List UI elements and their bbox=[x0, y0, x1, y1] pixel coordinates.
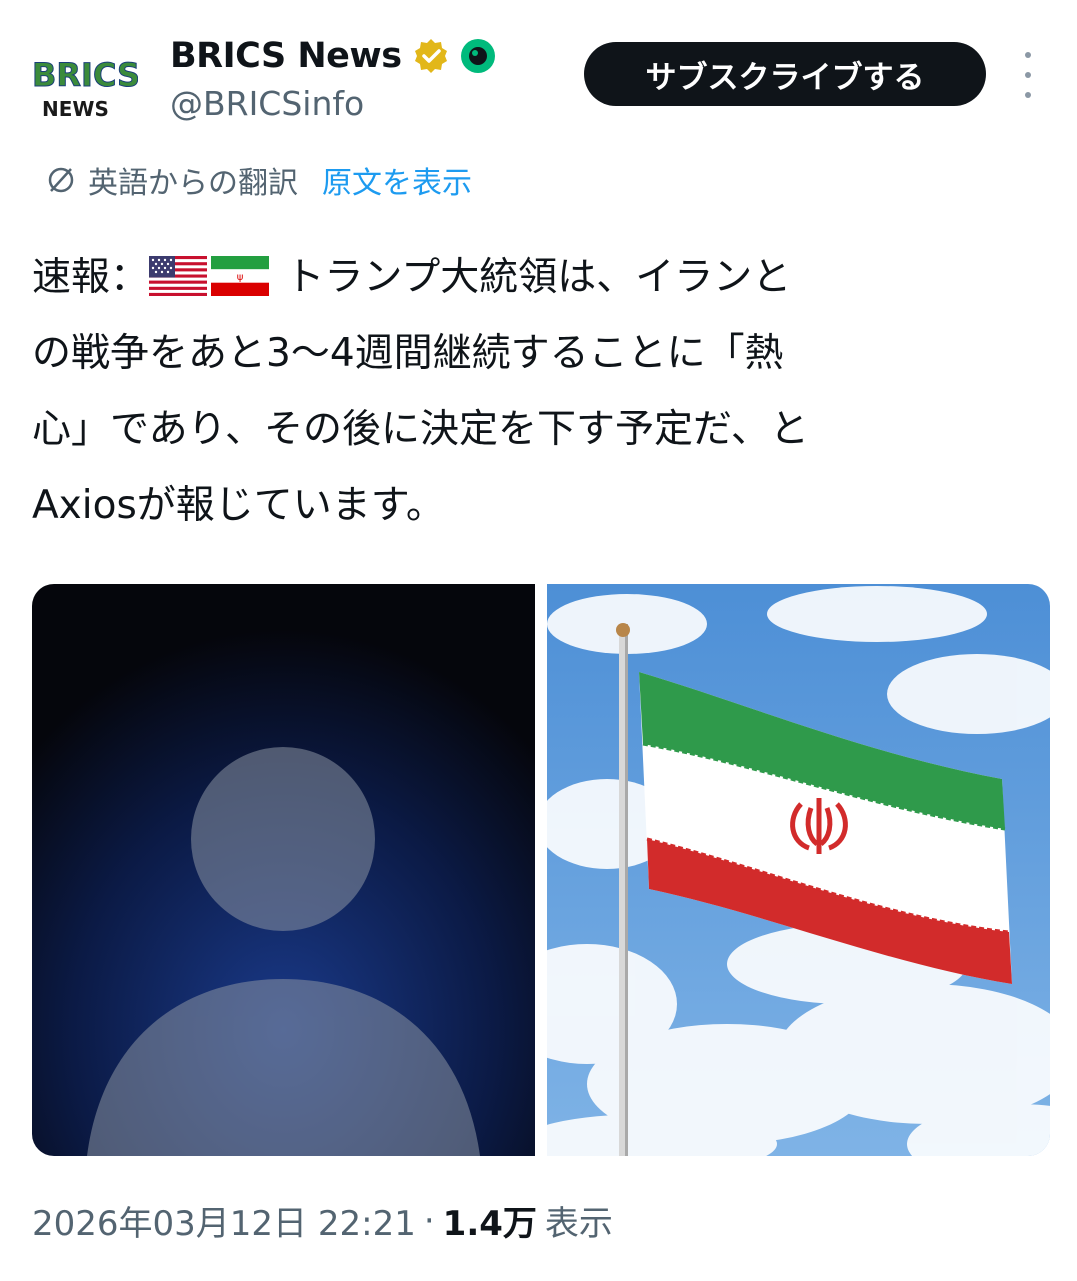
tweet-prefix: 速報： bbox=[32, 255, 150, 300]
views-count: 1.4万 bbox=[442, 1204, 537, 1244]
media-photo-right[interactable] bbox=[547, 584, 1050, 1156]
name-row: BRICS News bbox=[170, 36, 496, 76]
tweet-line-3: 心」であり、その後に決定を下す予定だ、と bbox=[32, 407, 809, 452]
tweet-line-1: 速報： ψ トランプ大統領は、イランと bbox=[32, 240, 1042, 316]
brics-news-avatar[interactable]: BRICS NEWS bbox=[30, 46, 139, 122]
views-label: 表示 bbox=[544, 1204, 613, 1244]
more-options-icon[interactable] bbox=[1018, 52, 1038, 98]
person-photo-icon bbox=[32, 584, 535, 1156]
us-flag-icon bbox=[149, 256, 208, 296]
media-grid bbox=[32, 584, 1050, 1156]
tweet-text: 速報： ψ トランプ大統領は、イランと の戦争をあと3〜4週間継続することに「熱… bbox=[32, 240, 1042, 544]
translate-icon bbox=[48, 167, 74, 193]
tweet-timestamp[interactable]: 2026年03月12日 22:21 bbox=[32, 1196, 416, 1245]
user-handle[interactable]: @BRICSinfo bbox=[170, 84, 364, 123]
iran-flag-small-icon: ψ bbox=[211, 256, 270, 296]
verified-badge-icon[interactable] bbox=[412, 37, 450, 75]
subscribe-button[interactable]: サブスクライブする bbox=[584, 42, 986, 106]
media-photo-left[interactable] bbox=[32, 584, 535, 1156]
avatar-logo-text: BRICS bbox=[32, 56, 138, 94]
show-original-link[interactable]: 原文を表示 bbox=[322, 158, 472, 202]
iran-flag-icon bbox=[547, 584, 1050, 1156]
tweet-line-2: の戦争をあと3〜4週間継続することに「熱 bbox=[32, 331, 784, 376]
translation-label: 英語からの翻訳 bbox=[88, 166, 298, 201]
meta-separator: · bbox=[423, 1200, 435, 1241]
affiliate-badge-icon[interactable] bbox=[460, 38, 496, 74]
translation-row: 英語からの翻訳 原文を表示 bbox=[46, 158, 472, 202]
svg-text:ψ: ψ bbox=[237, 272, 244, 283]
display-name[interactable]: BRICS News bbox=[170, 36, 402, 76]
tweet-header: BRICS NEWS BRICS News @BRICSinfo サブスクライブ… bbox=[0, 0, 1077, 150]
tweet-line-1-rest: トランプ大統領は、イランと bbox=[285, 255, 792, 300]
tweet-meta: 2026年03月12日 22:21 · 1.4万 表示 bbox=[32, 1196, 613, 1245]
avatar-logo-subtext: NEWS bbox=[42, 97, 109, 121]
tweet-line-4: Axiosが報じています。 bbox=[32, 483, 445, 528]
